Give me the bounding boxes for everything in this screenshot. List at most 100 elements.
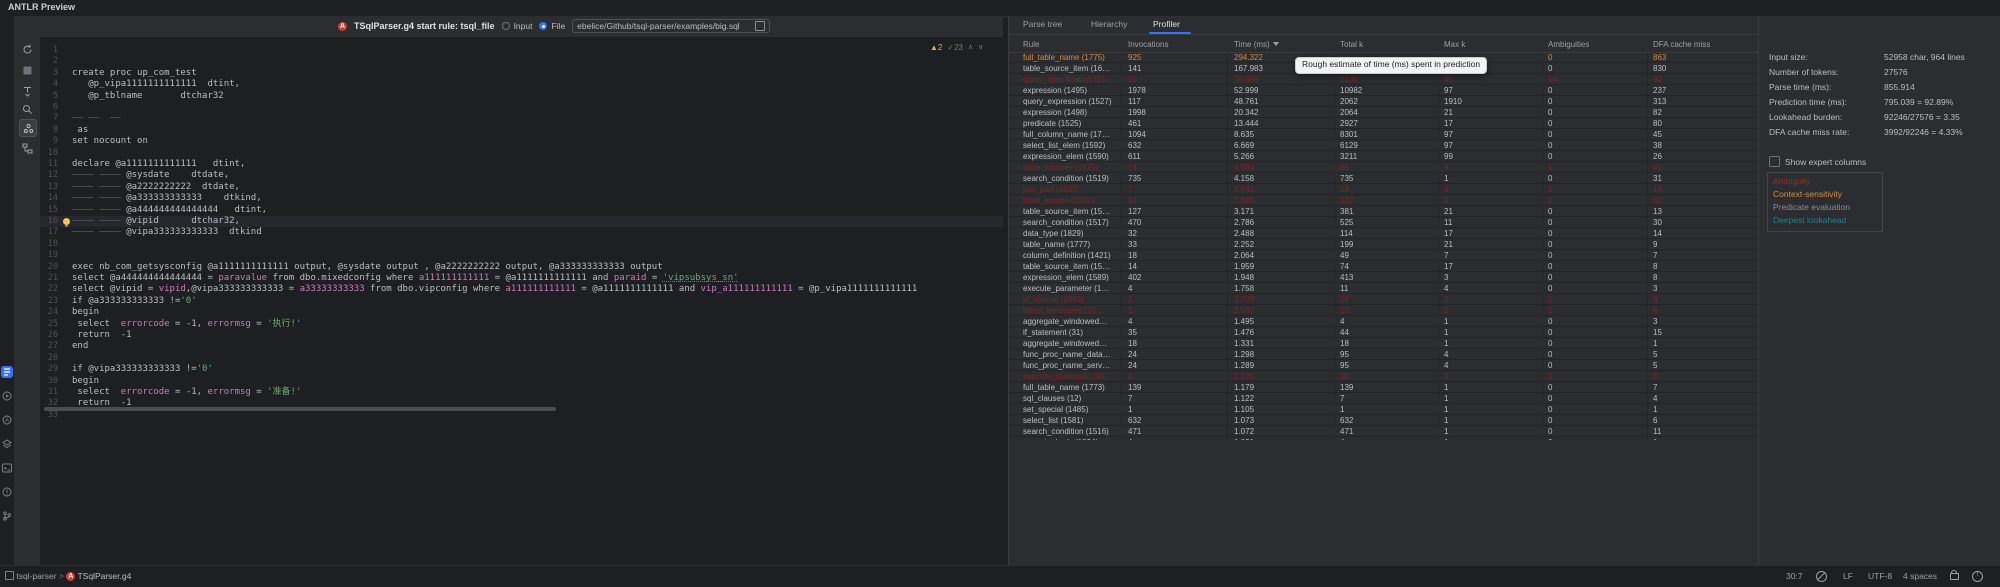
code-line[interactable]: 18 (40, 239, 1003, 250)
profiler-row[interactable]: column_definition (1421)182.06449707 (1009, 250, 1759, 261)
profiler-row[interactable]: func_proc_name_serv…241.28995405 (1009, 360, 1759, 371)
next-problem-icon[interactable]: ∨ (978, 43, 983, 51)
profiler-row[interactable]: if_statement (31)351.476441015 (1009, 327, 1759, 338)
column-header[interactable]: Time (ms) (1234, 40, 1270, 49)
profiler-row[interactable]: query_specification (15…1956.68621364614… (1009, 74, 1759, 85)
line-ending-widget[interactable]: LF (1843, 571, 1853, 581)
column-header[interactable]: Total k (1340, 40, 1363, 49)
breadcrumb[interactable]: tsql-parser > TSqlParser.g4 (5, 571, 131, 581)
show-expert-columns-checkbox[interactable]: Show expert columns (1769, 156, 1866, 167)
column-header[interactable]: Invocations (1128, 40, 1168, 49)
code-line[interactable]: 13———— ———— @a2222222222 dtdate, (40, 182, 1003, 193)
column-header[interactable]: DFA cache miss (1653, 40, 1710, 49)
radio-selected-icon[interactable] (539, 22, 547, 30)
code-line[interactable]: 2 (40, 56, 1003, 67)
profiler-row[interactable]: table_name (1777)332.2521992109 (1009, 239, 1759, 250)
code-line[interactable]: 22select @vipid = vipid,@vipa33333333333… (40, 284, 1003, 295)
profiler-row[interactable]: full_column_name (17…10948.635830197045 (1009, 129, 1759, 140)
code-line[interactable]: 23if @a333333333333 !='0' (40, 296, 1003, 307)
column-header[interactable]: Ambiguities (1548, 40, 1589, 49)
profiler-row[interactable]: search_condition (1517)4702.78652511030 (1009, 217, 1759, 228)
code-line[interactable]: 8 as (40, 125, 1003, 136)
run-icon[interactable] (1, 390, 13, 402)
profiler-row[interactable]: query_expression (1527)11748.76120621910… (1009, 96, 1759, 107)
indent-widget[interactable]: 4 spaces (1903, 571, 1937, 581)
code-line[interactable]: 12———— ———— @sysdate dtdate, (40, 170, 1003, 181)
profiler-row[interactable]: data_type (1829)322.48811417014 (1009, 228, 1759, 239)
profiler-row[interactable]: join_part (1637)73.941284119 (1009, 184, 1759, 195)
code-line[interactable]: 5 @p_tblname dtchar32 (40, 91, 1003, 102)
input-radio[interactable]: Input (502, 21, 533, 31)
code-line[interactable]: 29if @vipa333333333333 !='0' (40, 364, 1003, 375)
search-icon[interactable] (19, 101, 35, 117)
profiler-row[interactable]: table_sources (1529)144.834659141 (1009, 162, 1759, 173)
profiler-row[interactable]: literal_windowed (16…11.58712216 (1009, 305, 1759, 316)
profiler-row[interactable]: select_list (1581)6321.073632106 (1009, 415, 1759, 426)
code-line[interactable]: 15———— ———— @a444444444444444 dtint, (40, 205, 1003, 216)
radio-circle-icon[interactable] (502, 22, 510, 30)
breadcrumb-file[interactable]: TSqlParser.g4 (77, 571, 131, 581)
tab-hierarchy[interactable]: Hierarchy (1091, 19, 1127, 29)
profiler-row[interactable]: select_list_elem (1592)6326.669612997038 (1009, 140, 1759, 151)
profiler-group-icon[interactable] (19, 119, 37, 137)
scroll-to-source-icon[interactable] (19, 83, 35, 99)
code-line[interactable]: 7—— —— —— (40, 113, 1003, 124)
breadcrumb-project[interactable]: tsql-parser (16, 571, 56, 581)
profiler-row[interactable]: search_condition (1516)4711.0724711011 (1009, 426, 1759, 437)
code-line[interactable]: 21select @a444444444444444 = paravalue f… (40, 273, 1003, 284)
profiler-row[interactable]: predicate (1525)46113.444292717080 (1009, 118, 1759, 129)
checkbox-icon[interactable] (1769, 156, 1780, 167)
profiler-row[interactable]: execute_parameter (1…41.75811403 (1009, 283, 1759, 294)
code-line[interactable]: 1 (40, 45, 1003, 56)
file-radio[interactable]: File (539, 21, 565, 31)
code-line[interactable]: 20exec nb_com_getsysconfig @a11111111111… (40, 262, 1003, 273)
structure-icon[interactable] (19, 140, 35, 156)
code-line[interactable]: 9set nocount on (40, 136, 1003, 147)
profiler-table[interactable]: full_table_name (1775)925294.3220863tabl… (1009, 52, 1759, 440)
tab-parse-tree[interactable]: Parse tree (1023, 19, 1062, 29)
profiler-row[interactable]: execute_body (1034)41.0314101 (1009, 437, 1759, 440)
refresh-icon[interactable] (19, 41, 35, 57)
profiler-table-header[interactable]: RuleInvocationsTime (ms)Total kMax kAmbi… (1009, 38, 1759, 53)
code-line[interactable]: 6 (40, 102, 1003, 113)
encoding-widget[interactable]: UTF-8 (1868, 571, 1892, 581)
profiler-row[interactable]: expression (1498)199820.342206421082 (1009, 107, 1759, 118)
antlr-tool-icon[interactable]: A (1, 414, 13, 426)
code-line[interactable]: 14———— ———— @a333333333333 dtkind, (40, 193, 1003, 204)
profiler-row[interactable]: table_source (1531)613.6851225261 (1009, 195, 1759, 206)
profiler-row[interactable]: expression_elem (1589)4021.948413308 (1009, 272, 1759, 283)
caret-position-widget[interactable]: 30:7 (1786, 571, 1803, 581)
column-header[interactable]: Max k (1444, 40, 1465, 49)
code-line[interactable]: 26 return -1 (40, 330, 1003, 341)
code-line[interactable]: 4 @p_vipa1111111111111 dtint, (40, 79, 1003, 90)
notifications-icon[interactable] (1972, 571, 1983, 582)
profiler-row[interactable]: aggregate_windowed…181.33118101 (1009, 338, 1759, 349)
stop-icon[interactable] (19, 62, 35, 78)
intention-bulb-icon[interactable] (63, 218, 70, 225)
lock-icon[interactable] (1950, 571, 1959, 581)
prev-problem-icon[interactable]: ∧ (968, 43, 973, 51)
code-editor[interactable]: 123create proc up_com_test4 @p_vipa11111… (40, 37, 1003, 565)
profiler-row[interactable]: func_proc_name_data…241.29895405 (1009, 349, 1759, 360)
profiler-row[interactable]: expression_elem (1590)6115.266321199026 (1009, 151, 1759, 162)
inspections-widget[interactable]: ▲2 ✓23 ∧ ∨ (930, 41, 983, 53)
profiler-row[interactable]: search_condition (1519)7354.1587351031 (1009, 173, 1759, 184)
terminal-icon[interactable] (1, 462, 13, 474)
layers-icon[interactable] (1, 438, 13, 450)
problems-icon[interactable] (1, 486, 13, 498)
antlr-preview-stripe-icon[interactable] (1, 366, 13, 378)
browse-icon[interactable] (755, 21, 765, 31)
profiler-row[interactable]: table_source_item (15…141.959741708 (1009, 261, 1759, 272)
editor-horizontal-scrollbar[interactable] (44, 407, 556, 411)
highlighting-level-icon[interactable] (1816, 571, 1827, 582)
code-line[interactable]: 10 (40, 148, 1003, 159)
git-branch-icon[interactable] (1, 510, 13, 522)
code-line[interactable]: 25 select errorcode = -1, errormsg = '执行… (40, 319, 1003, 330)
profiler-row[interactable]: table_source_item (15…1273.17138121013 (1009, 206, 1759, 217)
code-line[interactable]: 11declare @a1111111111111 dtint, (40, 159, 1003, 170)
profiler-row[interactable]: set_special (1485)11.1051101 (1009, 404, 1759, 415)
profiler-row[interactable]: sql_clauses (12)71.1227104 (1009, 393, 1759, 404)
code-line[interactable]: 24begin (40, 307, 1003, 318)
code-line[interactable]: 17———— ———— @vipa333333333333 dtkind (40, 227, 1003, 238)
code-line[interactable]: 28 (40, 353, 1003, 364)
